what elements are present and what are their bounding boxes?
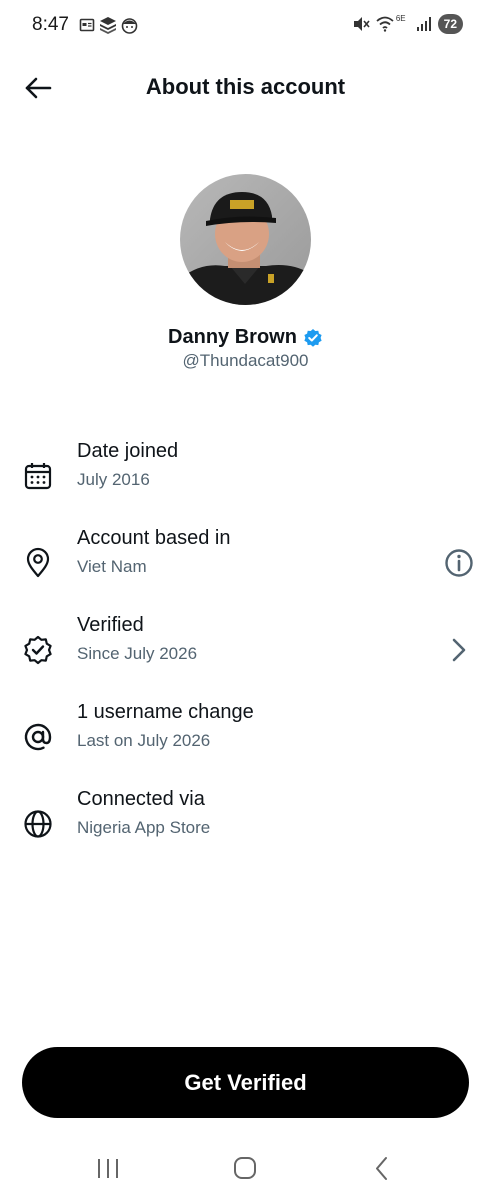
- calendar-icon: [79, 18, 95, 32]
- globe-icon: [24, 810, 52, 838]
- location-pin-icon: [26, 547, 50, 578]
- page-title: About this account: [145, 74, 346, 99]
- verified-badge-icon: [24, 635, 52, 665]
- avatar[interactable]: [180, 174, 311, 305]
- system-back-button[interactable]: [362, 1154, 402, 1184]
- home-icon: [234, 1157, 256, 1179]
- profile-photo: [180, 174, 311, 305]
- info-row-subtitle: Last on July 2026: [77, 731, 211, 750]
- get-verified-button[interactable]: Get Verified: [22, 1047, 469, 1118]
- at-sign-icon: [24, 723, 52, 751]
- top-app-bar: About this account: [0, 62, 491, 112]
- status-time: 8:47: [32, 14, 69, 35]
- info-row-title: Account based in: [77, 527, 231, 549]
- info-row-verified[interactable]: Verified Since July 2026: [0, 614, 491, 674]
- signal-icon: [416, 17, 431, 31]
- calendar-icon: [24, 463, 52, 490]
- info-row-title: 1 username change: [77, 701, 254, 723]
- face-icon: [121, 17, 138, 34]
- info-row-date-joined: Date joined July 2016: [0, 440, 491, 500]
- info-row-title: Verified: [77, 614, 144, 636]
- home-button[interactable]: [225, 1154, 265, 1184]
- username-handle: @Thundacat900: [182, 351, 309, 370]
- chevron-left-icon: [376, 1157, 387, 1180]
- status-notification-icons: [79, 16, 138, 34]
- recent-apps-icon: [98, 1159, 118, 1178]
- layers-icon: [100, 17, 116, 34]
- info-row-subtitle: Nigeria App Store: [77, 818, 211, 837]
- system-navigation-bar: [0, 1140, 491, 1200]
- mute-icon: [353, 17, 370, 31]
- chevron-right-icon[interactable]: [443, 634, 475, 666]
- network-label: 6E: [395, 13, 406, 23]
- info-icon[interactable]: [443, 547, 475, 579]
- info-row-username-change: 1 username change Last on July 2026: [0, 701, 491, 761]
- info-row-subtitle: Since July 2026: [77, 644, 198, 663]
- verified-badge-icon: [304, 328, 322, 347]
- profile-name-row: Danny Brown: [0, 326, 491, 349]
- info-row-title: Connected via: [77, 788, 205, 810]
- info-row-subtitle: July 2016: [77, 470, 150, 489]
- display-name: Danny Brown: [168, 326, 297, 348]
- info-row-title: Date joined: [77, 440, 179, 462]
- status-bar: 8:47 6E 72: [0, 0, 491, 50]
- get-verified-label: Get Verified: [184, 1069, 307, 1095]
- wifi-icon: [376, 16, 394, 32]
- status-system-icons: 6E 72: [352, 14, 463, 34]
- battery-icon: 72: [437, 14, 463, 34]
- info-row-connected-via: Connected via Nigeria App Store: [0, 788, 491, 848]
- recent-apps-button[interactable]: [88, 1154, 128, 1184]
- info-row-subtitle: Viet Nam: [77, 557, 147, 576]
- info-row-account-based-in: Account based in Viet Nam: [0, 527, 491, 587]
